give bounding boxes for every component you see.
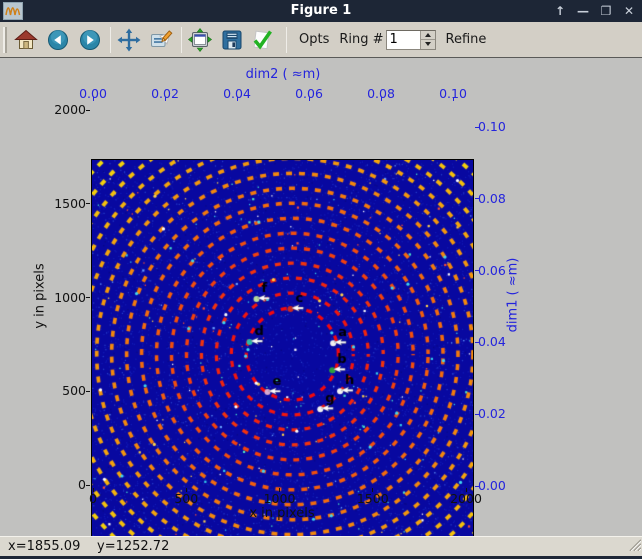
dim1-tick-label: 0.08 <box>478 191 506 206</box>
x-tick-label: 0 <box>63 491 123 506</box>
tick-mark <box>381 97 382 101</box>
tick-mark <box>186 488 187 492</box>
monitor-expand-icon <box>188 28 212 52</box>
toolbar-separator <box>181 27 182 53</box>
tick-mark <box>475 270 479 271</box>
shade-button[interactable]: ↑ <box>553 0 567 22</box>
navigation-toolbar: Opts Ring # Refine <box>0 22 642 58</box>
tick-mark <box>86 110 90 111</box>
tick-mark <box>86 485 90 486</box>
tick-mark <box>165 97 166 101</box>
cursor-x-readout: x=1855.09 <box>8 539 80 554</box>
accept-button[interactable] <box>250 27 274 53</box>
ring-number-spinbox[interactable] <box>386 30 436 50</box>
zoom-edit-button[interactable] <box>149 27 173 53</box>
dim1-tick-label: 0.10 <box>478 119 506 134</box>
forward-button[interactable] <box>78 27 102 53</box>
tick-mark <box>93 97 94 101</box>
pan-button[interactable] <box>117 27 141 53</box>
tick-mark <box>86 203 90 204</box>
y-tick-label: 1500 <box>26 196 86 211</box>
x-tick-label: 500 <box>156 491 216 506</box>
x-tick-label: 2000 <box>436 491 496 506</box>
y-tick-label: 2000 <box>26 102 86 117</box>
dim1-tick-label: 0.02 <box>478 406 506 421</box>
spin-down-button[interactable] <box>421 40 435 49</box>
y-tick-label: 500 <box>26 383 86 398</box>
tick-mark <box>475 414 479 415</box>
diffraction-image-plot[interactable] <box>92 160 473 545</box>
tick-mark <box>475 342 479 343</box>
ring-number-input[interactable] <box>387 31 420 49</box>
home-button[interactable] <box>14 27 38 53</box>
save-button[interactable] <box>220 27 244 53</box>
dim2-axis-label: dim2 ( ≈m) <box>223 67 343 82</box>
tick-mark <box>453 97 454 101</box>
titlebar[interactable]: Figure 1 ↑ — ❐ ✕ <box>0 0 642 22</box>
notepad-pencil-icon <box>149 28 173 52</box>
toolbar-grip[interactable] <box>3 27 7 53</box>
tick-mark <box>475 127 479 128</box>
back-button[interactable] <box>46 27 70 53</box>
tick-mark <box>475 198 479 199</box>
down-arrow-icon <box>425 42 431 46</box>
spin-up-button[interactable] <box>421 31 435 41</box>
tick-mark <box>93 488 94 492</box>
home-icon <box>14 28 38 52</box>
y-tick-label: 0 <box>26 477 86 492</box>
toolbar-separator <box>286 27 287 53</box>
configure-subplots-button[interactable] <box>188 27 212 53</box>
tick-mark <box>279 488 280 492</box>
pan-arrows-icon <box>117 28 141 52</box>
opts-button[interactable]: Opts <box>299 32 329 47</box>
figure-window: Figure 1 ↑ — ❐ ✕ <box>0 0 642 559</box>
tick-mark <box>86 391 90 392</box>
tick-mark <box>466 488 467 492</box>
close-button[interactable]: ✕ <box>622 0 636 22</box>
figure-canvas-area: x in pixels y in pixels dim2 ( ≈m) dim1 … <box>0 58 642 536</box>
x-tick-label: 1500 <box>343 491 403 506</box>
window-title: Figure 1 <box>0 0 642 22</box>
resize-grip[interactable] <box>626 536 641 555</box>
tick-mark <box>372 488 373 492</box>
back-icon <box>46 28 70 52</box>
x-axis-label: x in pixels <box>222 506 342 521</box>
x-tick-label: 1000 <box>250 491 310 506</box>
floppy-disk-icon <box>220 28 244 52</box>
y-tick-label: 1000 <box>26 290 86 305</box>
tick-mark <box>86 297 90 298</box>
cursor-y-readout: y=1252.72 <box>97 539 169 554</box>
forward-icon <box>78 28 102 52</box>
up-arrow-icon <box>425 33 431 37</box>
tick-mark <box>309 97 310 101</box>
tick-mark <box>475 486 479 487</box>
minimize-button[interactable]: — <box>576 0 590 22</box>
dim1-tick-label: 0.00 <box>478 478 506 493</box>
dim1-tick-label: 0.04 <box>478 334 506 349</box>
ring-number-label: Ring # <box>339 32 383 47</box>
maximize-button[interactable]: ❐ <box>599 0 613 22</box>
refine-button[interactable]: Refine <box>446 32 487 47</box>
statusbar: x=1855.09 y=1252.72 <box>0 536 642 556</box>
tick-mark <box>237 97 238 101</box>
dim1-axis-label: dim1 ( ≈m) <box>506 258 521 333</box>
dim1-tick-label: 0.06 <box>478 263 506 278</box>
toolbar-separator <box>110 27 111 53</box>
green-checkmark-icon <box>250 28 274 52</box>
